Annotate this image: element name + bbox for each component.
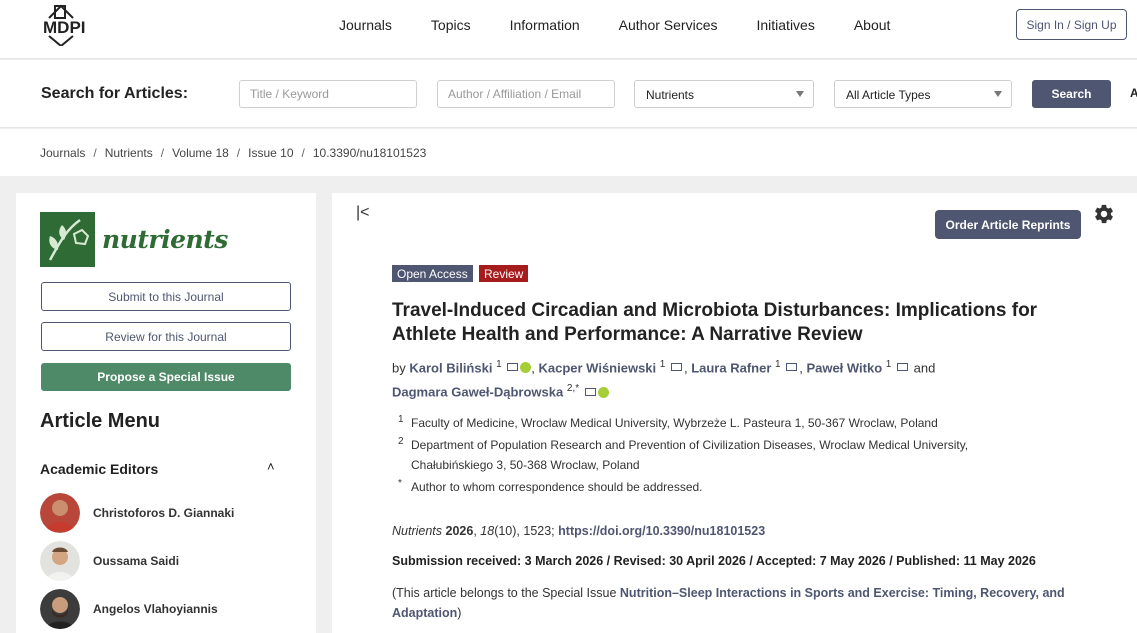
breadcrumb-journals[interactable]: Journals (40, 146, 85, 160)
special-issue-note: (This article belongs to the Special Iss… (392, 586, 1065, 620)
collapse-sidebar-icon[interactable]: |< (356, 204, 370, 222)
nutrients-logo-icon[interactable] (40, 212, 95, 267)
mail-icon[interactable] (584, 387, 596, 396)
author-input[interactable]: Author / Affiliation / Email (437, 80, 615, 108)
article-title: Travel-Induced Circadian and Microbiota … (392, 300, 1038, 345)
editor-name: Christoforos D. Giannaki (93, 506, 235, 520)
editor-name: Oussama Saidi (93, 554, 180, 568)
article-type-value: All Article Types (846, 88, 931, 102)
propose-special-issue-button[interactable]: Propose a Special Issue (41, 363, 291, 391)
nav-information[interactable]: Information (510, 17, 580, 33)
journal-select[interactable]: Nutrients (634, 80, 814, 108)
sidebar: nutrients Submit to this Journal Review … (16, 193, 316, 633)
article-main: |< Order Article Reprints Open Access Re… (332, 193, 1137, 633)
avatar (40, 541, 80, 581)
nav-journals[interactable]: Journals (339, 17, 392, 33)
article-type-badge: Review (479, 265, 529, 282)
breadcrumb-nutrients[interactable]: Nutrients (105, 146, 153, 160)
article-type-select[interactable]: All Article Types (834, 80, 1012, 108)
author-list: by Karol Biliński 1 , Kacper Wiśniewski … (392, 359, 936, 400)
breadcrumb-volume[interactable]: Volume 18 (172, 146, 229, 160)
author-link[interactable]: Karol Biliński (409, 360, 492, 375)
chevron-down-icon (796, 91, 804, 97)
avatar (40, 589, 80, 629)
breadcrumb-doi: 10.3390/nu18101523 (312, 146, 427, 160)
keyword-input[interactable]: Title / Keyword (239, 80, 417, 108)
orcid-icon[interactable] (520, 362, 532, 374)
submit-journal-button[interactable]: Submit to this Journal (41, 282, 291, 311)
doi-link[interactable]: https://doi.org/10.3390/nu18101523 (558, 524, 765, 538)
article-menu-title: Article Menu (40, 410, 161, 432)
mail-icon[interactable] (786, 363, 798, 372)
gear-icon[interactable] (1093, 203, 1115, 225)
chevron-down-icon (994, 91, 1002, 97)
academic-editors-heading[interactable]: Academic Editors (40, 461, 158, 477)
editor-item[interactable]: Angelos Vlahoyiannis (40, 589, 218, 629)
citation: Nutrients 2026, 18(10), 1523; https://do… (392, 524, 766, 538)
affiliations: 1 Faculty of Medicine, Wroclaw Medical U… (398, 413, 1098, 499)
author-link[interactable]: Kacper Wiśniewski (538, 360, 656, 375)
svg-text:MDPI: MDPI (43, 18, 86, 37)
order-reprints-button[interactable]: Order Article Reprints (935, 210, 1081, 239)
mail-icon[interactable] (896, 363, 908, 372)
breadcrumb-issue[interactable]: Issue 10 (248, 146, 293, 160)
review-journal-button[interactable]: Review for this Journal (41, 322, 291, 351)
journal-select-value: Nutrients (646, 88, 695, 102)
affiliation-item: 1 Faculty of Medicine, Wroclaw Medical U… (398, 414, 938, 430)
sign-in-button[interactable]: Sign In / Sign Up (1016, 9, 1127, 40)
open-access-badge: Open Access (392, 265, 473, 282)
advanced-search-link[interactable]: A (1130, 86, 1137, 100)
author-link[interactable]: Laura Rafner (691, 360, 771, 375)
affiliation-item: * Author to whom correspondence should b… (398, 478, 703, 494)
author-link[interactable]: Paweł Witko (806, 360, 882, 375)
avatar (40, 493, 80, 533)
journal-name[interactable]: nutrients (102, 225, 228, 254)
breadcrumb: Journals / Nutrients / Volume 18 / Issue… (40, 146, 427, 160)
nav-about[interactable]: About (854, 17, 891, 33)
search-button[interactable]: Search (1032, 80, 1111, 108)
chevron-up-icon[interactable]: ˄ (267, 459, 275, 474)
nav-initiatives[interactable]: Initiatives (756, 17, 814, 33)
editor-item[interactable]: Christoforos D. Giannaki (40, 493, 234, 533)
nav-author-services[interactable]: Author Services (619, 17, 718, 33)
search-label: Search for Articles: (41, 85, 189, 102)
editor-item[interactable]: Oussama Saidi (40, 541, 179, 581)
nav-topics[interactable]: Topics (431, 17, 471, 33)
breadcrumb-bar: Journals / Nutrients / Volume 18 / Issue… (0, 129, 1137, 176)
affiliation-item: 2 Department of Population Research and … (398, 436, 969, 472)
search-bar: Search for Articles: Title / Keyword Aut… (0, 60, 1137, 128)
top-navigation: MDPI Journals Topics Information Author … (0, 0, 1137, 59)
orcid-icon[interactable] (597, 386, 609, 398)
author-link[interactable]: Dagmara Gaweł-Dąbrowska (392, 385, 563, 400)
mdpi-logo[interactable]: MDPI (41, 4, 105, 46)
mail-icon[interactable] (507, 363, 519, 372)
editor-name: Angelos Vlahoyiannis (93, 602, 218, 616)
publication-dates: Submission received: 3 March 2026 / Revi… (392, 554, 1036, 568)
mail-icon[interactable] (670, 363, 682, 372)
